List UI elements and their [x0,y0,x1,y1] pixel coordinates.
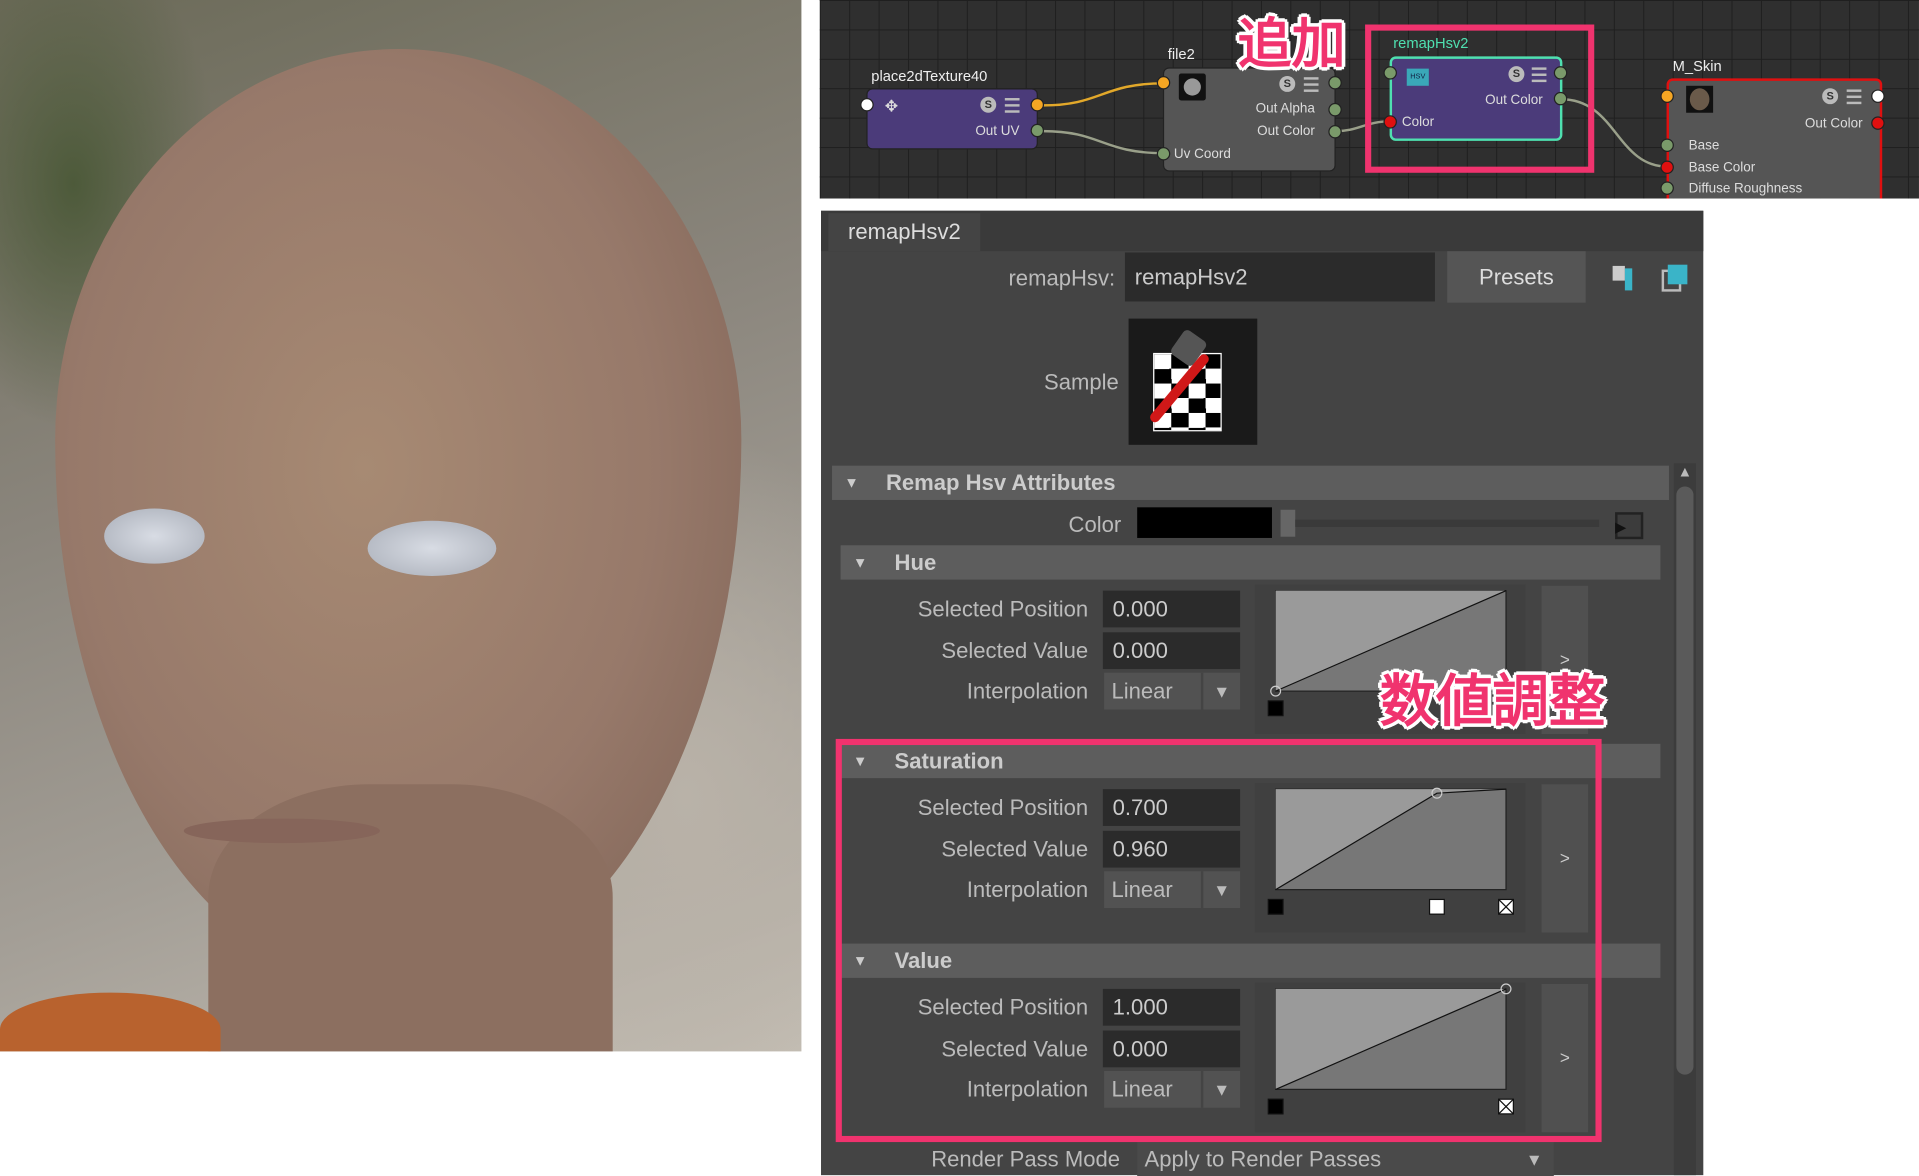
color-slider-handle[interactable] [1280,509,1296,537]
section-remap-hsv-attributes[interactable]: ▼ Remap Hsv Attributes [832,465,1669,500]
copy-tab-icon[interactable] [1661,264,1689,292]
node-title: place2dTexture40 [871,67,988,85]
render-pass-mode-dropdown[interactable]: Apply to Render Passes ▼ [1137,1142,1554,1176]
color-swatch[interactable] [1137,507,1272,538]
node-name-input[interactable]: remapHsv2 [1124,252,1435,302]
output-port[interactable] [1030,123,1045,138]
highlight-box [835,738,1602,1143]
node-place2dTexture40[interactable]: ✥ S Out UV [866,88,1038,150]
color-slider[interactable] [1295,519,1600,527]
selected-position-input[interactable]: 0.000 [1102,590,1241,628]
scrollbar[interactable]: ▲ [1673,463,1696,1176]
selected-value-input[interactable]: 0.000 [1102,632,1241,670]
annotation-add: 追加 [1237,13,1346,76]
place2d-icon: ✥ [884,96,899,116]
sample-swatch-icon [1128,318,1258,445]
presets-button[interactable]: Presets [1447,251,1586,303]
render-preview-image [0,0,802,1052]
show-input-icon[interactable] [1612,265,1633,291]
tab-remapHsv2[interactable]: remapHsv2 [828,213,981,252]
map-button-icon[interactable]: ▶ [1615,512,1644,540]
group-header[interactable]: ▼ Hue [840,545,1661,580]
scrollbar-thumb[interactable] [1676,486,1694,1075]
ramp-marker [1267,700,1284,717]
output-port[interactable] [1030,98,1045,112]
annotation-adjust-values: 数値調整 [1379,667,1606,735]
highlight-box [1365,24,1595,173]
node-file2[interactable]: S Out Alpha Out Color Uv Coord [1162,67,1336,172]
node-M_Skin[interactable]: S Out Color Base Base Color Diffuse Roug… [1666,78,1883,199]
interpolation-dropdown[interactable]: Linear ▼ [1104,672,1241,710]
input-port[interactable] [860,98,874,112]
